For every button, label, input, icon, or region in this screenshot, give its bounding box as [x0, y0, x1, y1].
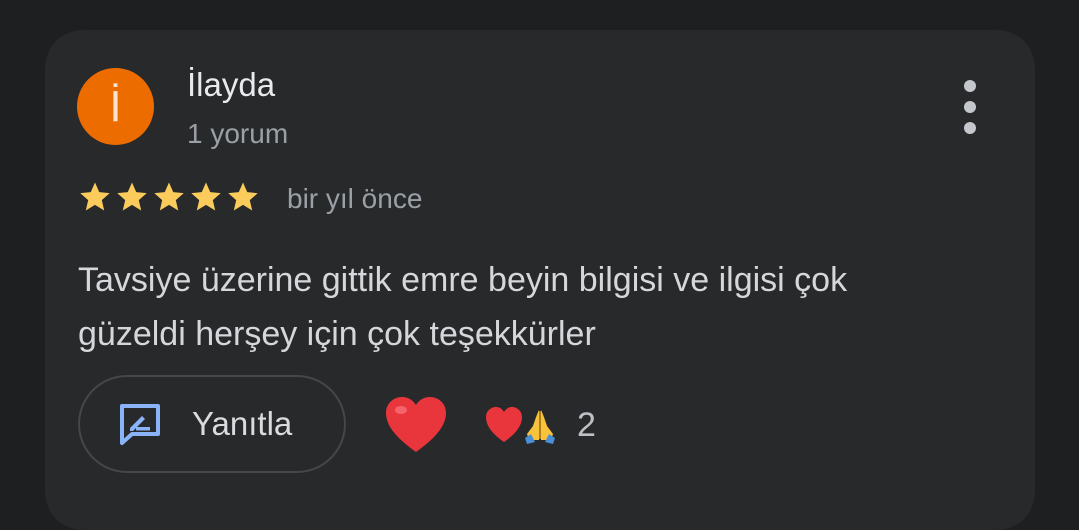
star-rating — [78, 180, 260, 214]
folded-hands-icon — [525, 410, 555, 444]
author-review-count: 1 yorum — [187, 118, 289, 149]
reply-label: Yanıtla — [192, 405, 293, 442]
avatar[interactable]: İ — [77, 68, 154, 145]
star-icon — [80, 182, 110, 211]
star-icon — [191, 182, 221, 211]
reply-icon — [120, 404, 160, 445]
author-name[interactable]: İlayda — [187, 66, 275, 104]
reaction-count: 2 — [577, 405, 596, 444]
reply-button[interactable]: Yanıtla — [78, 375, 346, 473]
review-time: bir yıl önce — [287, 183, 423, 214]
star-icon — [228, 182, 258, 211]
review-text: Tavsiye üzerine gittik emre beyin bilgis… — [78, 261, 848, 353]
avatar-initial: İ — [109, 82, 122, 131]
review-card: İ İlayda 1 yorum bir yıl önce Tavsiye üz… — [45, 30, 1035, 530]
reaction-summary[interactable]: 2 — [483, 400, 596, 450]
more-vert-icon — [964, 80, 976, 92]
more-options-button[interactable] — [953, 80, 987, 134]
star-icon — [117, 182, 147, 211]
star-icon — [154, 182, 184, 211]
red-heart-icon[interactable] — [383, 394, 449, 456]
